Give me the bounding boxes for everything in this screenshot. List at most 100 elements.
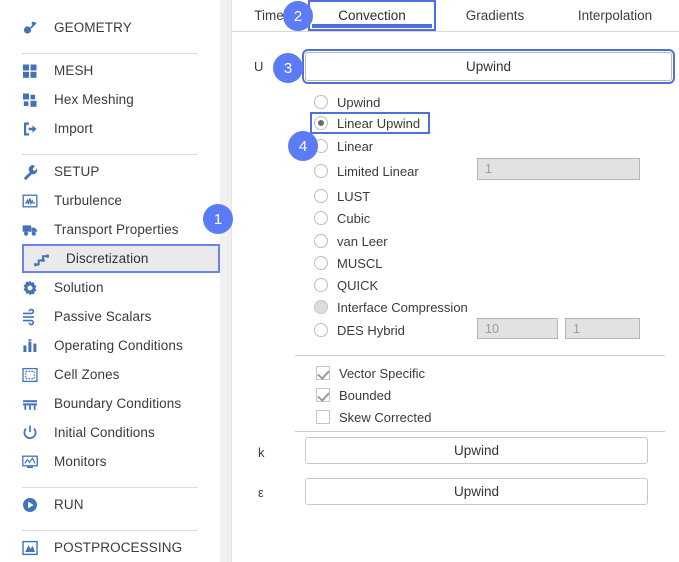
scheme-radio-row-interface-compression[interactable]: Interface Compression: [314, 297, 468, 317]
scheme-radio-row-lust[interactable]: LUST: [314, 186, 370, 206]
option-label: Skew Corrected: [339, 409, 432, 425]
sidebar-item-initial-conditions[interactable]: Initial Conditions: [0, 419, 155, 446]
power-icon: [17, 422, 43, 444]
radio-button[interactable]: [314, 189, 328, 203]
sidebar-item-label: Hex Meshing: [54, 92, 134, 107]
sidebar-item-label: Turbulence: [54, 193, 123, 208]
des-hybrid-input-2[interactable]: 1: [565, 318, 640, 339]
scheme-radio-row-van-leer[interactable]: van Leer: [314, 231, 388, 251]
sidebar-item-passive-scalars[interactable]: Passive Scalars: [0, 303, 152, 330]
discretization-panel: Time Convection Gradients Interpolation U Up…: [232, 0, 679, 562]
geometry-icon: [17, 17, 43, 39]
sidebar-separator: [22, 154, 198, 155]
cell-zones-icon: [17, 364, 43, 386]
sidebar-item-label: MESH: [54, 63, 94, 78]
option-checkbox-row-bounded[interactable]: Bounded: [316, 386, 391, 404]
field-value: 10: [485, 321, 499, 336]
step-badge-4: 4: [288, 131, 318, 161]
import-icon: [17, 118, 43, 140]
tab-convection[interactable]: Convection: [308, 0, 436, 31]
sidebar-item-solution[interactable]: Solution: [0, 274, 104, 301]
sidebar-item-hex-meshing[interactable]: Hex Meshing: [0, 86, 134, 113]
sidebar-item-geometry[interactable]: GEOMETRY: [0, 14, 132, 41]
limited-linear-input[interactable]: 1: [477, 158, 640, 180]
radio-button[interactable]: [314, 164, 328, 178]
sidebar-item-discretization[interactable]: Discretization: [22, 244, 220, 273]
radio-button[interactable]: [314, 323, 328, 337]
radio-button[interactable]: [314, 234, 328, 248]
option-label: Bounded: [339, 387, 392, 403]
sidebar-item-run[interactable]: RUN: [0, 491, 84, 518]
bar-chart-icon: [17, 335, 43, 357]
boundary-conditions-icon: [17, 393, 43, 415]
sidebar-item-label: Initial Conditions: [54, 425, 155, 440]
tab-label: Time: [254, 8, 284, 23]
scheme-radio-row-quick[interactable]: QUICK: [314, 275, 378, 295]
tab-bar-rule: [232, 31, 679, 32]
scheme-radio-label: LUST: [337, 188, 371, 204]
radio-button[interactable]: [314, 256, 328, 270]
sidebar-item-operating-conditions[interactable]: Operating Conditions: [0, 332, 183, 359]
discretization-icon: [29, 248, 55, 270]
checkbox[interactable]: [316, 366, 330, 380]
radio-button[interactable]: [314, 278, 328, 292]
scheme-radio-row-upwind[interactable]: Upwind: [314, 92, 380, 112]
sidebar-item-label: POSTPROCESSING: [54, 540, 183, 555]
scheme-radio-label: Linear: [337, 138, 374, 154]
play-icon: [17, 494, 43, 516]
scheme-radio-label: Interface Compression: [337, 299, 468, 315]
checkbox[interactable]: [316, 388, 330, 402]
scheme-radio-label: MUSCL: [337, 255, 383, 271]
sidebar-item-cell-zones[interactable]: Cell Zones: [0, 361, 120, 388]
scheme-radio-label: DES Hybrid: [337, 322, 405, 338]
field-value: 1: [485, 162, 492, 176]
tab-label: Interpolation: [577, 8, 653, 23]
gear-icon: [17, 277, 43, 299]
sidebar-separator: [22, 53, 198, 54]
option-checkbox-row-skew-corrected[interactable]: Skew Corrected: [316, 408, 431, 426]
sidebar-separator: [22, 487, 198, 488]
tab-interpolation[interactable]: Interpolation: [554, 0, 676, 31]
sidebar-item-label: Import: [54, 121, 93, 136]
scheme-radio-row-muscl[interactable]: MUSCL: [314, 253, 383, 273]
scheme-radio-row-linear-upwind[interactable]: Linear Upwind: [310, 112, 431, 134]
sidebar-item-label: Operating Conditions: [54, 338, 183, 353]
tab-gradients[interactable]: Gradients: [440, 0, 550, 31]
option-label: Vector Specific: [339, 365, 425, 381]
sidebar-item-label: Cell Zones: [54, 367, 120, 382]
sidebar-item-import[interactable]: Import: [0, 115, 93, 142]
sidebar-item-boundary-conditions[interactable]: Boundary Conditions: [0, 390, 181, 417]
convection-scheme-combo-k[interactable]: Upwind: [305, 437, 648, 464]
wrench-icon: [17, 161, 43, 183]
radio-button[interactable]: [314, 300, 328, 314]
mesh-icon: [17, 60, 43, 82]
convection-scheme-combo-u[interactable]: Upwind: [302, 49, 675, 84]
sidebar-item-monitors[interactable]: Monitors: [0, 448, 107, 475]
sidebar-item-setup[interactable]: SETUP: [0, 158, 100, 185]
scheme-radio-row-limited-linear[interactable]: Limited Linear: [314, 161, 419, 181]
truck-icon: [17, 219, 43, 241]
step-badge-2: 2: [283, 1, 313, 31]
sidebar-separator: [22, 530, 198, 531]
scheme-radio-row-linear[interactable]: Linear: [314, 136, 373, 156]
sidebar-item-transport-properties[interactable]: Transport Properties: [0, 216, 179, 243]
scheme-radio-row-cubic[interactable]: Cubic: [314, 208, 370, 228]
scheme-radio-row-des-hybrid[interactable]: DES Hybrid: [314, 320, 405, 340]
scheme-radio-label: Limited Linear: [337, 163, 419, 179]
scheme-radio-label: Linear Upwind: [337, 115, 421, 131]
combo-value: Upwind: [453, 484, 500, 499]
sidebar-item-mesh[interactable]: MESH: [0, 57, 93, 84]
radio-button[interactable]: [314, 116, 328, 130]
scheme-radio-label: Cubic: [337, 210, 371, 226]
radio-button[interactable]: [314, 211, 328, 225]
sidebar-item-postprocessing[interactable]: POSTPROCESSING: [0, 534, 182, 561]
sidebar-item-label: RUN: [54, 497, 84, 512]
option-checkbox-row-vector-specific[interactable]: Vector Specific: [316, 364, 425, 382]
checkbox[interactable]: [316, 410, 330, 424]
scheme-radio-label: Upwind: [337, 94, 381, 110]
sidebar-item-turbulence[interactable]: Turbulence: [0, 187, 122, 214]
convection-scheme-combo-epsilon[interactable]: Upwind: [305, 478, 648, 505]
des-hybrid-input-1[interactable]: 10: [477, 318, 558, 339]
radio-button[interactable]: [314, 95, 328, 109]
scheme-radio-label: QUICK: [337, 277, 379, 293]
